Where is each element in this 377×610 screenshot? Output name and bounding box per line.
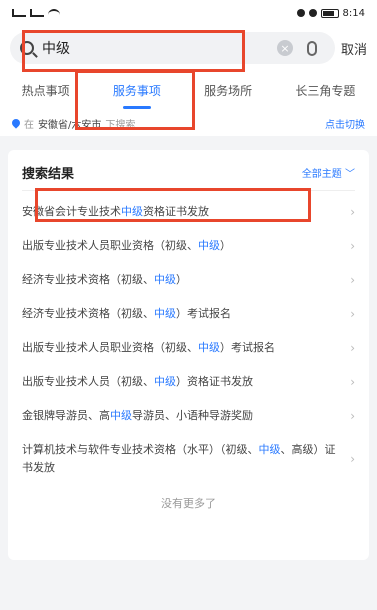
annotation-box-search (22, 30, 245, 72)
result-text: 经济专业技术资格（初级、 (22, 307, 154, 320)
alarm-icon (296, 9, 305, 17)
result-highlight: 中级 (198, 239, 220, 252)
result-text: 导游员、小语种导游奖励 (132, 409, 253, 422)
result-text: ） (220, 239, 231, 252)
result-text: ） (176, 273, 187, 286)
chevron-right-icon: › (350, 307, 355, 321)
all-topics-dropdown[interactable]: 全部主题 ﹀ (302, 165, 355, 180)
annotation-box-tab (75, 70, 195, 130)
status-left (12, 9, 60, 17)
result-highlight: 中级 (258, 443, 281, 456)
chevron-right-icon: › (350, 341, 355, 355)
sim-icon (12, 9, 26, 17)
wifi-icon (48, 9, 60, 17)
tab-yangtze-delta[interactable]: 长三角专题 (291, 76, 359, 105)
result-highlight: 中级 (154, 307, 176, 320)
chevron-right-icon: › (350, 273, 355, 287)
status-right: 8:14 (296, 7, 365, 19)
microphone-icon[interactable] (306, 40, 317, 56)
annotation-box-result (35, 188, 311, 222)
result-highlight: 中级 (154, 273, 176, 286)
list-item[interactable]: 出版专业技术人员职业资格（初级、中级） › (22, 229, 355, 263)
result-text: 金银牌导游员、高 (22, 409, 110, 422)
result-text: 出版专业技术人员职业资格（初级、 (22, 341, 198, 354)
status-time: 8:14 (342, 7, 365, 19)
battery-icon (320, 8, 339, 18)
list-item[interactable]: 出版专业技术人员（初级、中级）资格证书发放 › (22, 365, 355, 399)
list-item[interactable]: 经济专业技术资格（初级、中级） › (22, 263, 355, 297)
status-bar: 8:14 (0, 0, 377, 26)
all-topics-label: 全部主题 (301, 168, 342, 180)
result-text: 计算机技术与软件专业技术资格（水平）（初级、 (22, 443, 259, 456)
result-text: 出版专业技术人员（初级、 (22, 375, 154, 388)
results-title: 搜索结果 (22, 166, 75, 182)
clear-icon[interactable]: × (276, 40, 293, 56)
list-item[interactable]: 金银牌导游员、高中级导游员、小语种导游奖励 › (22, 399, 355, 433)
location-status-icon (308, 9, 317, 17)
chevron-right-icon: › (350, 452, 355, 466)
chevron-right-icon: › (350, 205, 355, 219)
list-item[interactable]: 计算机技术与软件专业技术资格（水平）（初级、中级、高级）证书发放 › (22, 433, 355, 485)
chevron-right-icon: › (350, 375, 355, 389)
tab-service-places[interactable]: 服务场所 (200, 76, 256, 105)
result-text: ）考试报名 (220, 341, 275, 354)
result-text: ）考试报名 (176, 307, 231, 320)
location-pin-icon (10, 117, 22, 129)
result-highlight: 中级 (198, 341, 220, 354)
chevron-right-icon: › (350, 239, 355, 253)
switch-location-link[interactable]: 点击切换 (325, 116, 365, 131)
result-text: ）资格证书发放 (176, 375, 253, 388)
list-item[interactable]: 出版专业技术人员职业资格（初级、中级）考试报名 › (22, 331, 355, 365)
no-more-text: 没有更多了 (161, 497, 216, 510)
signal-icon (30, 9, 44, 17)
result-highlight: 中级 (110, 409, 132, 422)
chevron-right-icon: › (350, 409, 355, 423)
chevron-down-icon: ﹀ (341, 168, 355, 180)
cancel-button[interactable]: 取消 (335, 39, 367, 58)
tab-hot-items[interactable]: 热点事项 (18, 76, 74, 105)
result-highlight: 中级 (154, 375, 176, 388)
result-text: 出版专业技术人员职业资格（初级、 (22, 239, 198, 252)
location-prefix: 在 (24, 119, 34, 131)
list-item[interactable]: 经济专业技术资格（初级、中级）考试报名 › (22, 297, 355, 331)
result-text: 经济专业技术资格（初级、 (22, 273, 154, 286)
